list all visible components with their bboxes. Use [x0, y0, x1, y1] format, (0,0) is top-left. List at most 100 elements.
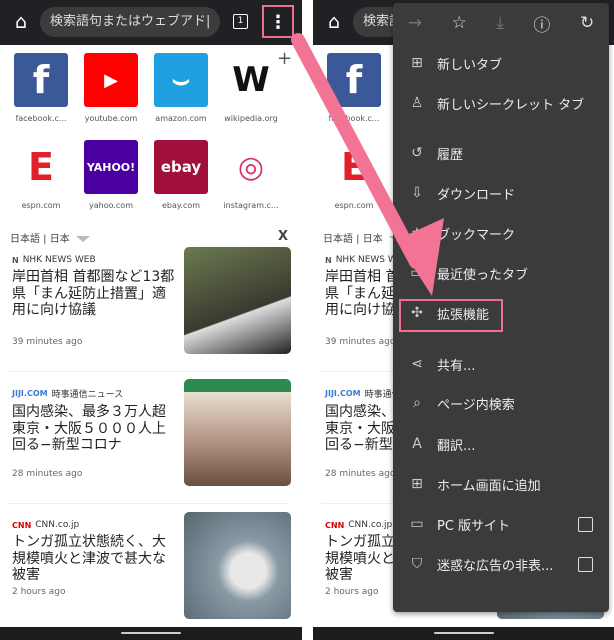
new-tab-icon: ⊞: [411, 55, 423, 71]
shortcut-label: espn.com: [334, 201, 374, 210]
menu-item-label: ブックマーク: [437, 227, 516, 243]
close-feed-button[interactable]: X: [278, 229, 288, 244]
divider: [8, 371, 288, 372]
menu-item-label: PC 版サイト: [437, 518, 511, 534]
language-label: 日本語 | 日本: [323, 234, 383, 245]
menu-item-label: ホーム画面に追加: [437, 478, 541, 494]
menu-item-label: 迷惑な広告の非表...: [437, 558, 554, 574]
menu-item-label: 新しいシークレット タブ: [437, 97, 585, 113]
menu-item-bookmarks[interactable]: ★ ブックマーク: [393, 218, 609, 248]
site-logo-icon: ebay: [154, 140, 208, 194]
site-logo-icon: E: [327, 140, 381, 194]
timestamp: 2 hours ago: [12, 587, 66, 597]
shortcut-label: espn.com: [21, 201, 61, 210]
menu-top-icons: → ☆ ⤓ ⓘ ↻: [393, 3, 609, 43]
browser-screen-before: ⌂ 検索語句またはウェブアド| 1 ⋮ + f facebook.c... ▶ you…: [0, 0, 302, 640]
shortcut-tile[interactable]: f facebook.c...: [6, 53, 76, 123]
language-selector[interactable]: 日本語 | 日本: [323, 230, 403, 245]
omnibox[interactable]: 検索語句またはウェブアド|: [40, 7, 220, 37]
source-logo-icon: N: [12, 255, 19, 265]
extensions-highlight: [399, 299, 503, 332]
menu-item-add-to-home[interactable]: ⊞ ホーム画面に追加: [393, 469, 609, 499]
shortcut-label: facebook.c...: [328, 114, 380, 123]
site-logo-icon: YAHOO!: [84, 140, 138, 194]
shortcut-label: wikipedia.org: [224, 114, 278, 123]
info-icon[interactable]: ⓘ: [533, 11, 550, 36]
headline[interactable]: 岸田首相 首都圏など13都県「まん延防止措置」適用に向け協議: [12, 269, 177, 319]
timestamp: 39 minutes ago: [12, 337, 83, 347]
shortcut-tile[interactable]: f facebook.c...: [319, 53, 389, 123]
news-thumbnail[interactable]: [184, 247, 291, 354]
menu-item-history[interactable]: ↺ 履歴: [393, 138, 609, 168]
shortcut-tile[interactable]: ▶ youtube.com: [76, 53, 146, 123]
menu-item-downloads[interactable]: ⇩ ダウンロード: [393, 178, 609, 208]
timestamp: 28 minutes ago: [12, 469, 83, 479]
menu-item-label: 翻訳...: [437, 438, 476, 454]
timestamp: 2 hours ago: [325, 587, 379, 597]
menu-item-recent-tabs[interactable]: ▭ 最近使ったタブ: [393, 258, 609, 288]
site-logo-icon: ⌣: [154, 53, 208, 107]
source-name: NHK NEWS WEB: [22, 255, 96, 265]
news-thumbnail[interactable]: [184, 379, 291, 486]
site-logo-icon: W: [224, 53, 278, 107]
shortcut-label: instagram.c...: [223, 201, 279, 210]
timestamp: 39 minutes ago: [325, 337, 396, 347]
dropdown-icon: [75, 236, 90, 242]
home-gesture-handle[interactable]: [434, 632, 494, 634]
menu-item-ad-blocking[interactable]: ⛉ 迷惑な広告の非表...: [393, 549, 609, 579]
menu-item-label: ページ内検索: [437, 397, 515, 413]
menu-item-translate[interactable]: A 翻訳...: [393, 429, 609, 459]
source-logo-icon: JIJI.COM: [325, 389, 361, 398]
headline[interactable]: 国内感染、最多３万人超 東京・大阪５０００人上回る−新型コロナ: [12, 404, 177, 454]
language-label: 日本語 | 日本: [10, 234, 70, 245]
tab-switcher-button[interactable]: 1: [233, 14, 248, 29]
refresh-icon[interactable]: ↻: [580, 13, 594, 33]
news-card[interactable]: CNNCNN.co.jp トンガ孤立状態続く、大規模噴火と津波で甚大な被害 2 …: [12, 512, 297, 619]
download-icon[interactable]: ⤓: [496, 13, 504, 33]
shortcut-tile[interactable]: ◎ instagram.c...: [216, 140, 286, 210]
menu-item-label: 共有...: [437, 358, 476, 374]
system-nav-bar: [313, 627, 614, 640]
source-logo-icon: N: [325, 255, 332, 265]
share-icon: ⋖: [411, 356, 423, 372]
source-name: CNN.co.jp: [35, 520, 80, 530]
news-card[interactable]: NNHK NEWS WEB 岸田首相 首都圏など13都県「まん延防止措置」適用に…: [12, 247, 297, 354]
recent-tabs-icon: ▭: [410, 265, 424, 281]
system-nav-bar: [0, 627, 302, 640]
more-menu-button[interactable]: ⋮: [262, 5, 294, 38]
news-thumbnail[interactable]: [184, 512, 291, 619]
news-card[interactable]: JIJI.COM時事通信ニュース 国内感染、最多３万人超 東京・大阪５０００人上…: [12, 379, 297, 486]
shortcut-tile[interactable]: ebay ebay.com: [146, 140, 216, 210]
source-name: CNN.co.jp: [348, 520, 393, 530]
add-to-home-icon: ⊞: [411, 476, 423, 492]
menu-item-find-in-page[interactable]: ⌕ ページ内検索: [393, 388, 609, 418]
menu-item-desktop-site[interactable]: ▭ PC 版サイト: [393, 509, 609, 539]
language-selector[interactable]: 日本語 | 日本: [10, 230, 90, 245]
shortcut-label: yahoo.com: [89, 201, 133, 210]
menu-item-label: 新しいタブ: [437, 57, 503, 73]
menu-item-incognito-tab[interactable]: ♙ 新しいシークレット タブ: [393, 88, 609, 118]
menu-item-new-tab[interactable]: ⊞ 新しいタブ: [393, 48, 609, 78]
find-in-page-icon: ⌕: [413, 395, 421, 411]
bookmark-star-icon[interactable]: ☆: [452, 13, 467, 33]
source-logo-icon: CNN: [325, 520, 345, 530]
site-logo-icon: f: [327, 53, 381, 107]
browser-screen-menu-open: ⌂ 検索語句またはウェブアド| 1 ⋮ +ffacebook.c...▶yout…: [313, 0, 614, 640]
checkbox[interactable]: [578, 556, 593, 572]
ad-blocking-icon: ⛉: [411, 556, 423, 572]
home-gesture-handle[interactable]: [121, 632, 181, 634]
menu-item-label: 最近使ったタブ: [437, 267, 529, 283]
forward-icon[interactable]: →: [408, 13, 422, 33]
shortcut-tile[interactable]: YAHOO! yahoo.com: [76, 140, 146, 210]
shortcut-tile[interactable]: Wwikipedia.org: [216, 53, 286, 123]
shortcut-tile[interactable]: Eespn.com: [319, 140, 389, 210]
shortcut-tile[interactable]: ⌣ amazon.com: [146, 53, 216, 123]
home-icon[interactable]: ⌂: [10, 11, 32, 33]
site-logo-icon: ◎: [224, 140, 278, 194]
source-logo-icon: CNN: [12, 520, 32, 530]
home-icon[interactable]: ⌂: [323, 11, 345, 33]
headline[interactable]: トンガ孤立状態続く、大規模噴火と津波で甚大な被害: [12, 534, 177, 584]
menu-item-share[interactable]: ⋖ 共有...: [393, 349, 609, 379]
checkbox[interactable]: [578, 516, 593, 532]
shortcut-tile[interactable]: Eespn.com: [6, 140, 76, 210]
